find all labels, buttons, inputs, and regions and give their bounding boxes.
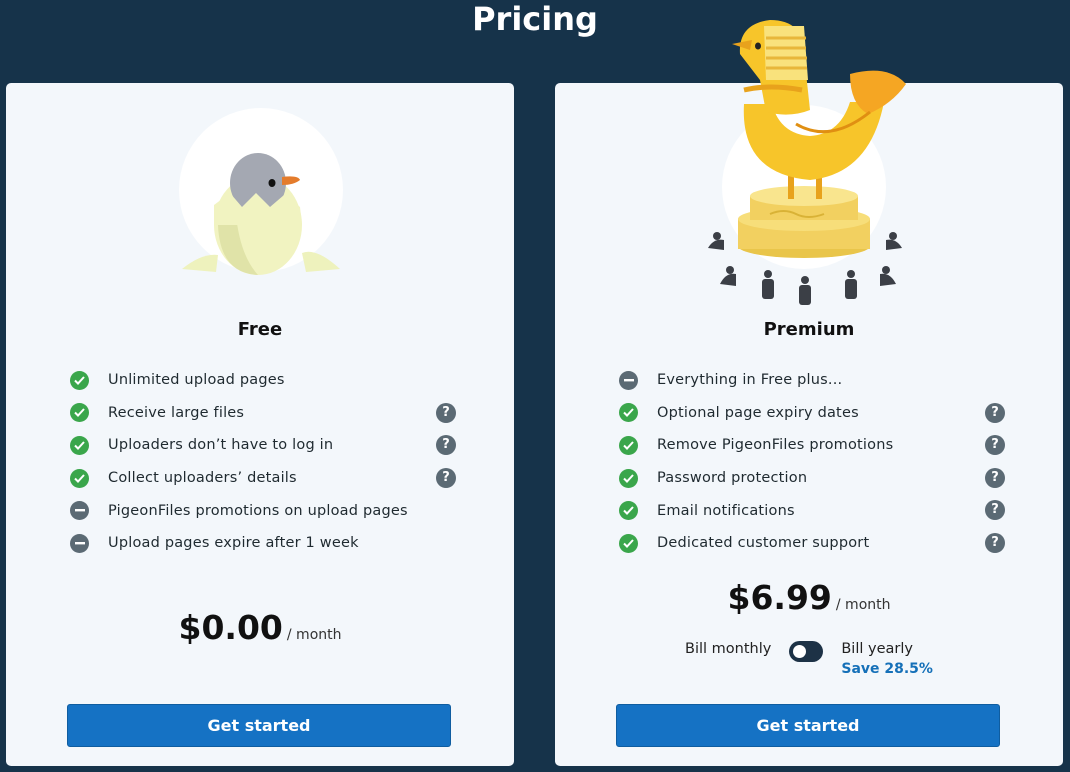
feature-list: Everything in Free plus... Optional page …	[619, 364, 1005, 560]
help-icon[interactable]: ?	[436, 402, 456, 423]
feature-label: Everything in Free plus...	[657, 372, 843, 389]
feature-label: Collect uploaders’ details	[108, 470, 297, 487]
minus-icon	[70, 533, 89, 553]
feature-item: Email notifications?	[619, 494, 1005, 527]
feature-item: Uploaders don’t have to log in?	[70, 429, 456, 462]
feature-label: Password protection	[657, 470, 808, 487]
feature-label: Email notifications	[657, 502, 795, 519]
feature-label: Optional page expiry dates	[657, 404, 859, 421]
check-icon	[619, 501, 638, 521]
check-icon	[619, 403, 638, 423]
bill-yearly-label[interactable]: Bill yearly	[841, 641, 933, 657]
plan-name: Free	[237, 319, 283, 340]
help-icon[interactable]: ?	[985, 500, 1005, 521]
golden-pigeon-illustration	[708, 20, 906, 305]
check-icon	[619, 533, 638, 553]
get-started-button-premium[interactable]: Get started	[616, 704, 1000, 747]
price-amount: $6.99	[727, 578, 832, 617]
check-icon	[70, 435, 89, 455]
feature-label: Uploaders don’t have to log in	[108, 437, 334, 454]
feature-label: PigeonFiles promotions on upload pages	[108, 502, 408, 519]
feature-item: Everything in Free plus...	[619, 364, 999, 397]
hatching-pigeon-illustration	[179, 108, 343, 275]
minus-icon	[619, 370, 638, 390]
bill-monthly-label[interactable]: Bill monthly	[685, 641, 771, 657]
price-period: / month	[835, 597, 891, 613]
get-started-button-free[interactable]: Get started	[67, 704, 451, 747]
feature-item: Optional page expiry dates?	[619, 397, 1005, 430]
feature-item: Password protection?	[619, 462, 1005, 495]
feature-label: Dedicated customer support	[657, 535, 870, 552]
help-icon[interactable]: ?	[436, 435, 456, 456]
billing-toggle-row: Bill monthly Bill yearly Save 28.5%	[555, 638, 1063, 677]
bill-yearly-block: Bill yearly Save 28.5%	[841, 641, 933, 677]
help-icon[interactable]: ?	[985, 532, 1005, 553]
feature-item: Collect uploaders’ details?	[70, 462, 456, 495]
feature-label: Upload pages expire after 1 week	[108, 535, 359, 552]
check-icon	[70, 403, 89, 423]
help-icon[interactable]: ?	[436, 467, 456, 488]
feature-item: Receive large files?	[70, 397, 456, 430]
feature-item: Upload pages expire after 1 week	[70, 527, 450, 560]
feature-label: Receive large files	[108, 404, 245, 421]
feature-label: Unlimited upload pages	[108, 372, 285, 389]
price-period: / month	[286, 627, 342, 643]
feature-item: PigeonFiles promotions on upload pages	[70, 494, 450, 527]
help-icon[interactable]: ?	[985, 467, 1005, 488]
minus-icon	[70, 501, 89, 521]
check-icon	[619, 468, 638, 488]
feature-item: Remove PigeonFiles promotions?	[619, 429, 1005, 462]
check-icon	[70, 370, 89, 390]
price: $6.99/ month	[555, 578, 1063, 617]
plan-name: Premium	[763, 319, 855, 340]
check-icon	[619, 435, 638, 455]
price-amount: $0.00	[178, 608, 283, 647]
toggle-knob	[793, 645, 807, 658]
check-icon	[70, 468, 89, 488]
plan-card-free: Free Unlimited upload pages Receive large…	[6, 83, 514, 766]
feature-label: Remove PigeonFiles promotions	[657, 437, 894, 454]
feature-item: Unlimited upload pages	[70, 364, 450, 397]
price: $0.00/ month	[6, 608, 514, 647]
save-badge: Save 28.5%	[841, 661, 933, 677]
billing-toggle[interactable]	[789, 641, 824, 662]
feature-item: Dedicated customer support?	[619, 527, 1005, 560]
feature-list: Unlimited upload pages Receive large file…	[70, 364, 456, 560]
help-icon[interactable]: ?	[985, 435, 1005, 456]
help-icon[interactable]: ?	[985, 402, 1005, 423]
